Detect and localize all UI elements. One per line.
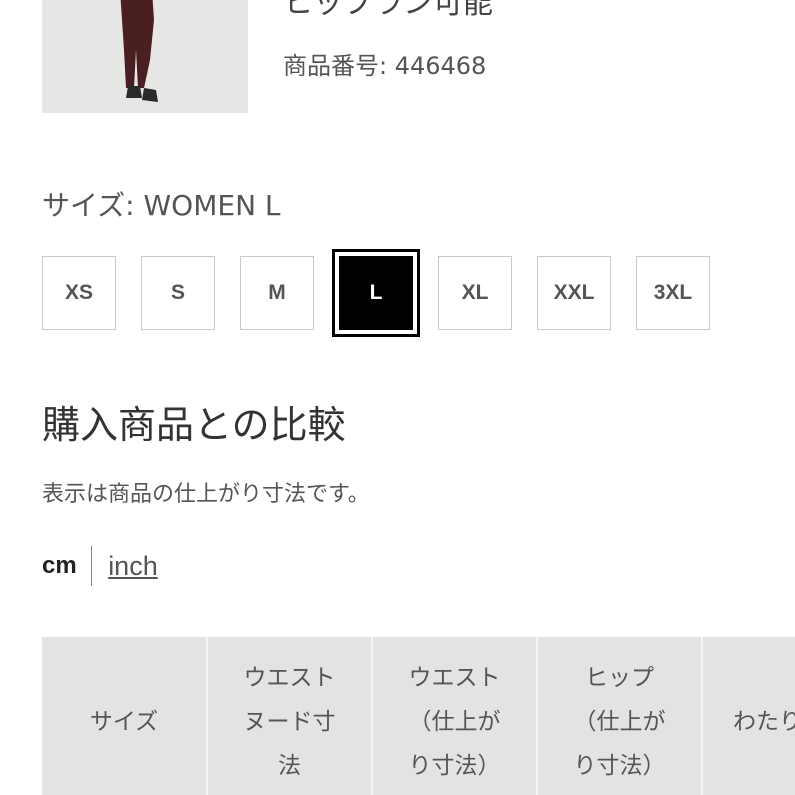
size-option-s[interactable]: S — [141, 256, 215, 330]
product-image — [42, 0, 248, 113]
table-header-label: わたり — [733, 709, 795, 735]
table-header-label: サイズ — [89, 709, 159, 735]
model-photo-icon — [42, 0, 248, 113]
size-option-xs[interactable]: XS — [42, 256, 116, 330]
table-header-hip-finished: ヒップ （仕上が り寸法） — [538, 637, 703, 795]
size-option-xxl[interactable]: XXL — [537, 256, 611, 330]
table-header-thigh: わたり — [703, 637, 795, 795]
size-label: サイズ: WOMEN L — [42, 189, 281, 222]
size-option-3xl[interactable]: 3XL — [636, 256, 710, 330]
size-option-xl[interactable]: XL — [438, 256, 512, 330]
compare-title: 購入商品との比較 — [42, 403, 346, 447]
table-header-waist-nude: ウエスト ヌード寸 法 — [208, 637, 373, 795]
table-header-label: ヒップ （仕上が り寸法） — [573, 665, 666, 779]
table-header-label: ウエスト ヌード寸 法 — [243, 665, 336, 779]
table-header-label: ウエスト （仕上が り寸法） — [408, 665, 501, 779]
unit-toggle: cm inch — [42, 546, 158, 586]
product-name: ヒップラン可能 — [283, 0, 493, 21]
compare-note: 表示は商品の仕上がり寸法です。 — [42, 482, 370, 507]
size-option-l[interactable]: L — [332, 249, 420, 337]
size-comparison-table: サイズ ウエスト ヌード寸 法 ウエスト （仕上が り寸法） ヒップ （仕上が … — [42, 637, 795, 795]
unit-inch-link[interactable]: inch — [108, 551, 158, 582]
table-header-waist-finished: ウエスト （仕上が り寸法） — [373, 637, 538, 795]
unit-cm-option[interactable]: cm — [42, 552, 77, 580]
table-header-size: サイズ — [42, 637, 208, 795]
size-option-m[interactable]: M — [240, 256, 314, 330]
unit-divider — [90, 546, 93, 586]
product-id: 商品番号: 446468 — [283, 52, 487, 80]
